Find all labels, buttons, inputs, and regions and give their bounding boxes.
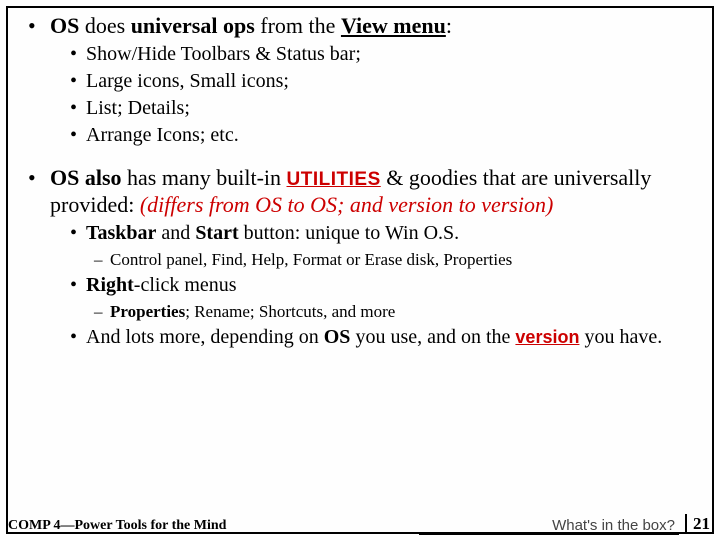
bullet-large-small-icons: • Large icons, Small icons; bbox=[70, 69, 700, 94]
bullet-text: And lots more, depending on OS you use, … bbox=[86, 325, 700, 350]
footer-divider bbox=[685, 514, 687, 534]
bullet-properties-rename: – Properties; Rename; Shortcuts, and mor… bbox=[94, 301, 700, 322]
bullet-text: Properties; Rename; Shortcuts, and more bbox=[110, 301, 700, 322]
footer-subtitle-text: What's in the box? bbox=[552, 517, 675, 534]
text-you-have: you have. bbox=[579, 326, 662, 348]
text-click-menus: -click menus bbox=[134, 274, 237, 296]
footer-course-title: COMP 4—Power Tools for the Mind bbox=[8, 518, 226, 534]
slide-content: • OS does universal ops from the View me… bbox=[28, 10, 700, 350]
bullet-lots-more: • And lots more, depending on OS you use… bbox=[70, 325, 700, 350]
bullet-os-utilities: • OS also has many built-in UTILITIES & … bbox=[28, 164, 700, 219]
bullet-dot-icon: • bbox=[28, 164, 50, 219]
slide-footer: COMP 4—Power Tools for the Mind What's i… bbox=[8, 512, 712, 534]
bullet-dot-icon: • bbox=[70, 42, 86, 67]
bullet-dot-icon: • bbox=[28, 12, 50, 40]
text-and: and bbox=[156, 222, 195, 244]
bullet-dot-icon: • bbox=[70, 221, 86, 246]
text-view-menu: View menu bbox=[341, 13, 446, 38]
bullet-dot-icon: • bbox=[70, 273, 86, 298]
text-os2: OS bbox=[324, 326, 351, 348]
bullet-arrange-icons: • Arrange Icons; etc. bbox=[70, 123, 700, 148]
bullet-dot-icon: • bbox=[70, 96, 86, 121]
text-utilities: UTILITIES bbox=[287, 169, 381, 190]
bullet-text: Control panel, Find, Help, Format or Era… bbox=[110, 249, 700, 270]
text-mid: does bbox=[79, 13, 130, 38]
bullet-dot-icon: • bbox=[70, 69, 86, 94]
text-colon: : bbox=[446, 13, 452, 38]
text-differs-note: (differs from OS to OS; and version to v… bbox=[140, 192, 553, 217]
bullet-text: Arrange Icons; etc. bbox=[86, 123, 700, 148]
bullet-text: Right-click menus bbox=[86, 273, 700, 298]
text-universal-ops: universal ops bbox=[131, 13, 255, 38]
text-from: from the bbox=[255, 13, 341, 38]
text-builtin: has many built-in bbox=[122, 165, 287, 190]
bullet-text: List; Details; bbox=[86, 96, 700, 121]
text-right: Right bbox=[86, 274, 134, 296]
bullet-show-hide: • Show/Hide Toolbars & Status bar; bbox=[70, 42, 700, 67]
dash-icon: – bbox=[94, 249, 110, 270]
bullet-text: OS also has many built-in UTILITIES & go… bbox=[50, 164, 700, 219]
bullet-right-click: • Right-click menus bbox=[70, 273, 700, 298]
bullet-list-details: • List; Details; bbox=[70, 96, 700, 121]
dash-icon: – bbox=[94, 301, 110, 322]
bullet-dot-icon: • bbox=[70, 325, 86, 350]
text-os: OS bbox=[50, 13, 79, 38]
text-rename-shortcuts: ; Rename; Shortcuts, and more bbox=[185, 302, 395, 321]
text-properties: Properties bbox=[110, 302, 185, 321]
footer-subtitle: What's in the box? bbox=[226, 517, 679, 534]
text-version: version bbox=[515, 327, 579, 347]
bullet-os-view-menu: • OS does universal ops from the View me… bbox=[28, 12, 700, 40]
bullet-dot-icon: • bbox=[70, 123, 86, 148]
bullet-text: Taskbar and Start button: unique to Win … bbox=[86, 221, 700, 246]
text-you-use: you use, and on the bbox=[350, 326, 515, 348]
bullet-text: Large icons, Small icons; bbox=[86, 69, 700, 94]
text-os-also: OS also bbox=[50, 165, 122, 190]
footer-page-number: 21 bbox=[693, 514, 712, 534]
text-lots-more: And lots more, depending on bbox=[86, 326, 324, 348]
text-taskbar: Taskbar bbox=[86, 222, 156, 244]
bullet-text: OS does universal ops from the View menu… bbox=[50, 12, 700, 40]
bullet-text: Show/Hide Toolbars & Status bar; bbox=[86, 42, 700, 67]
bullet-control-panel: – Control panel, Find, Help, Format or E… bbox=[94, 249, 700, 270]
bullet-taskbar-start: • Taskbar and Start button: unique to Wi… bbox=[70, 221, 700, 246]
footer-underline bbox=[419, 534, 679, 535]
text-unique-win: button: unique to Win O.S. bbox=[239, 222, 460, 244]
text-start: Start bbox=[195, 222, 238, 244]
